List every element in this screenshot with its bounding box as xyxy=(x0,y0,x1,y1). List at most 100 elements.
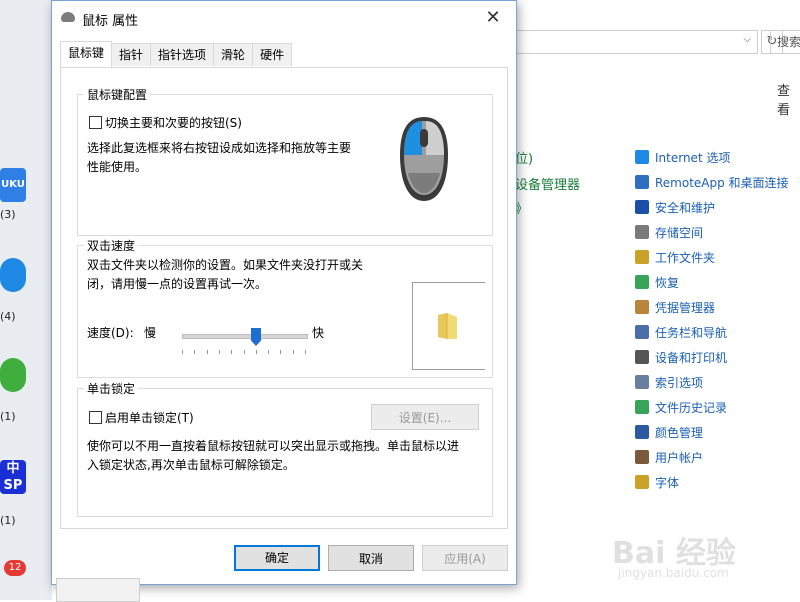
desktop-background: UKU (3) (4) (1) 中 SP (1) 12 xyxy=(0,0,52,600)
clicklock-group: 单击锁定 启用单击锁定(T) 设置(E)... 使你可以不用一直按着鼠标按钮就可… xyxy=(77,380,493,517)
description-line: 闭，请用慢一点的设置再试一次。 xyxy=(87,277,268,291)
cp-item[interactable]: 恢复 xyxy=(635,272,679,292)
users-icon xyxy=(635,450,649,464)
close-icon: ✕ xyxy=(485,7,501,28)
title-bar[interactable]: 鼠标 属性 ✕ xyxy=(52,1,516,35)
cp-item[interactable]: RemoteApp 和桌面连接 xyxy=(635,172,789,192)
plus-app-icon[interactable] xyxy=(0,358,26,392)
credential-icon xyxy=(635,300,649,314)
cp-item-label: 安全和维护 xyxy=(655,200,716,215)
chevron-down-icon[interactable]: ⌵ xyxy=(743,34,751,45)
tab-pointer-options[interactable]: 指针选项 xyxy=(150,43,215,66)
cp-item-fragment[interactable]: 位) xyxy=(515,148,533,167)
globe-icon xyxy=(635,150,649,164)
cp-item-label: 任务栏和导航 xyxy=(655,325,728,340)
slider-tick xyxy=(293,350,294,354)
desktop-icon-label: (3) xyxy=(0,208,16,221)
cp-item-fragment[interactable]: 设备管理器 xyxy=(515,174,580,193)
printer-icon xyxy=(635,350,649,364)
cp-item[interactable]: 设备和打印机 xyxy=(635,347,727,367)
slider-tick xyxy=(194,350,195,354)
slider-tick xyxy=(268,350,269,354)
slow-label: 慢 xyxy=(144,326,157,340)
index-icon xyxy=(635,375,649,389)
mouse-properties-dialog: 鼠标 属性 ✕ 鼠标键 指针 指针选项 滑轮 硬件 鼠标键配置 切换主要和次要的… xyxy=(51,0,517,585)
desktop-icon-label: (4) xyxy=(0,310,16,323)
switch-buttons-checkbox[interactable] xyxy=(89,116,102,129)
tab-pointers[interactable]: 指针 xyxy=(111,43,152,66)
close-button[interactable]: ✕ xyxy=(470,1,516,35)
cloud-app-icon[interactable] xyxy=(0,258,26,292)
tab-hardware[interactable]: 硬件 xyxy=(252,43,293,66)
speed-label: 速度(D): xyxy=(87,326,134,340)
cp-item[interactable]: 工作文件夹 xyxy=(635,247,715,267)
watermark-url: jingyan.baidu.com xyxy=(618,566,729,580)
group-title: 双击速度 xyxy=(84,237,139,254)
cp-item[interactable]: 凭据管理器 xyxy=(635,297,715,317)
cp-item-label: Internet 选项 xyxy=(655,150,731,165)
cp-item-label: 存储空间 xyxy=(655,225,704,240)
taskbar-thumbnail[interactable] xyxy=(56,578,140,602)
cp-item[interactable]: 文件历史记录 xyxy=(635,397,727,417)
folder-icon[interactable] xyxy=(435,311,459,341)
cancel-button[interactable]: 取消 xyxy=(328,545,414,571)
cp-item-label: 用户帐户 xyxy=(655,450,704,465)
mouse-illustration xyxy=(400,117,448,201)
cp-item[interactable]: 索引选项 xyxy=(635,372,703,392)
dialog-title: 鼠标 属性 xyxy=(82,14,139,29)
cp-item[interactable]: 存储空间 xyxy=(635,222,703,242)
cp-item[interactable]: 任务栏和导航 xyxy=(635,322,727,342)
tab-wheel[interactable]: 滑轮 xyxy=(213,43,254,66)
cp-item[interactable]: Internet 选项 xyxy=(635,147,730,167)
recovery-icon xyxy=(635,275,649,289)
description-line: 使你可以不用一直按着鼠标按钮就可以突出显示或拖拽。单击鼠标以进 xyxy=(87,439,460,453)
control-panel-window: ⌵ ↻ 搜索 查看 位) 设备管理器 》 Internet 选项 RemoteAp… xyxy=(515,0,800,600)
clicklock-checkbox[interactable] xyxy=(89,411,102,424)
mouse-icon xyxy=(61,12,75,22)
description-line: 双击文件夹以检测你的设置。如果文件夹没打开或关 xyxy=(87,258,364,272)
input-method-icon[interactable]: 中 SP xyxy=(0,460,26,494)
folder-icon xyxy=(635,250,649,264)
slider-thumb[interactable] xyxy=(251,328,261,346)
slider-tick xyxy=(182,350,183,354)
double-click-description: 双击文件夹以检测你的设置。如果文件夹没打开或关 闭，请用慢一点的设置再试一次。 xyxy=(87,256,363,294)
taskbar-icon xyxy=(635,325,649,339)
description-line: 入锁定状态,再次单击鼠标可解除锁定。 xyxy=(87,458,295,472)
cp-item[interactable]: 安全和维护 xyxy=(635,197,715,217)
switch-buttons-label[interactable]: 切换主要和次要的按钮(S) xyxy=(105,114,242,131)
search-input[interactable]: 搜索 xyxy=(770,30,800,54)
clicklock-label[interactable]: 启用单击锁定(T) xyxy=(105,409,194,426)
slider-tick xyxy=(305,350,306,354)
fast-label: 快 xyxy=(312,326,325,340)
slider-tick xyxy=(207,350,208,354)
tab-buttons[interactable]: 鼠标键 xyxy=(60,41,113,67)
cp-item-label: 恢复 xyxy=(655,275,680,290)
storage-icon xyxy=(635,225,649,239)
description-line: 性能使用。 xyxy=(87,160,148,174)
app-icon[interactable]: UKU xyxy=(0,168,26,202)
double-click-speed-slider[interactable] xyxy=(182,328,308,354)
cp-item-label: 字体 xyxy=(655,475,680,490)
address-bar[interactable]: ⌵ xyxy=(515,30,758,54)
description-line: 选择此复选框来将右按钮设成如选择和拖放等主要 xyxy=(87,141,352,155)
slider-track[interactable] xyxy=(182,334,308,339)
slider-tick xyxy=(219,350,220,354)
cp-item[interactable]: 颜色管理 xyxy=(635,422,703,442)
clicklock-description: 使你可以不用一直按着鼠标按钮就可以突出显示或拖拽。单击鼠标以进 入锁定状态,再次… xyxy=(87,437,459,475)
apply-button[interactable]: 应用(A) xyxy=(422,545,508,571)
cp-item[interactable]: 字体 xyxy=(635,472,679,492)
cp-item-label: 凭据管理器 xyxy=(655,300,716,315)
slider-tick xyxy=(244,350,245,354)
watermark: Bai 经验 jingyan.baidu.com xyxy=(612,520,782,590)
remote-icon xyxy=(635,175,649,189)
notification-badge: 12 xyxy=(4,560,26,576)
view-by-label: 查看 xyxy=(777,84,791,118)
cp-item-label: 颜色管理 xyxy=(655,425,704,440)
history-icon xyxy=(635,400,649,414)
cp-item[interactable]: 用户帐户 xyxy=(635,447,703,467)
clicklock-settings-button[interactable]: 设置(E)... xyxy=(371,404,479,430)
cp-item-label: 设备和打印机 xyxy=(655,350,728,365)
font-icon xyxy=(635,475,649,489)
cp-item-label: 索引选项 xyxy=(655,375,704,390)
ok-button[interactable]: 确定 xyxy=(234,545,320,571)
